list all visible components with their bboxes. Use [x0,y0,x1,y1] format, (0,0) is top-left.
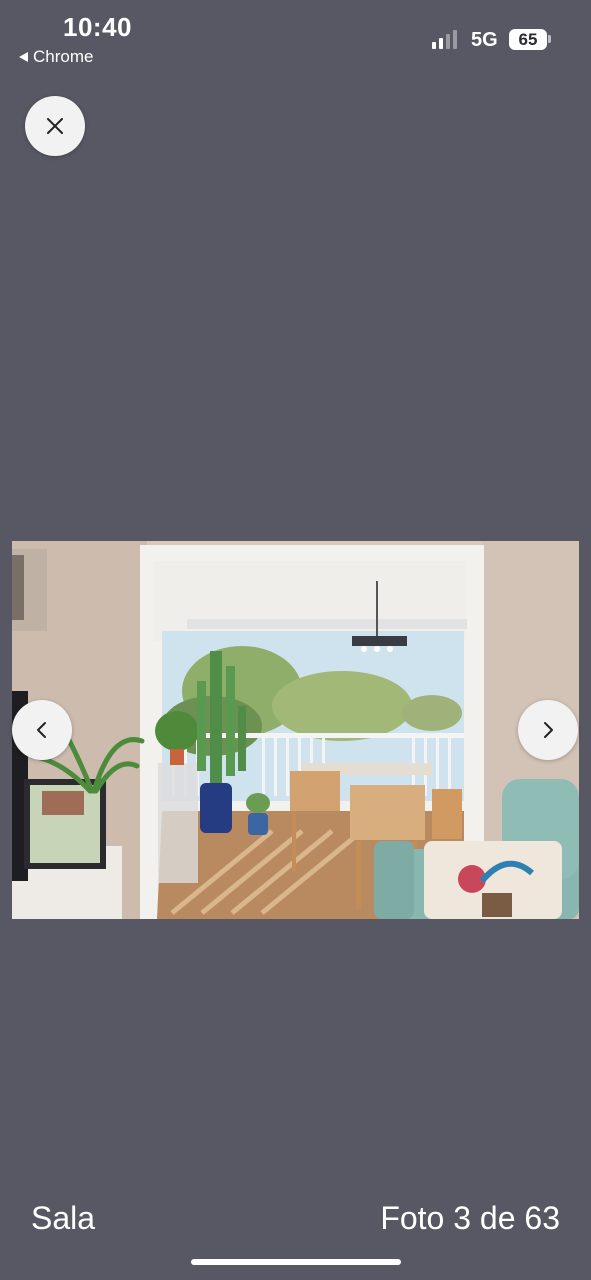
close-icon [47,118,63,134]
gallery-photo [12,541,579,919]
back-app-label: Chrome [33,47,94,66]
battery-tip [548,35,551,43]
close-button[interactable] [25,96,85,156]
status-time: 10:40 [63,12,132,42]
network-type: 5G [471,29,498,51]
back-to-app-link[interactable]: Chrome [19,47,93,67]
next-photo-button[interactable] [518,700,578,760]
home-indicator[interactable] [191,1259,401,1265]
back-triangle-icon [19,52,28,62]
chevron-left-icon [37,722,46,738]
previous-photo-button[interactable] [12,700,72,760]
battery-icon: 65 [509,29,547,50]
chevron-right-icon [544,722,553,738]
photo-caption: Sala [31,1200,96,1236]
battery-level: 65 [518,29,538,49]
photo-counter: Foto 3 de 63 [380,1200,560,1236]
status-bar: 10:40 Chrome 5G 65 [0,0,591,80]
signal-strength-icon [432,29,457,49]
living-room-image [12,541,579,919]
